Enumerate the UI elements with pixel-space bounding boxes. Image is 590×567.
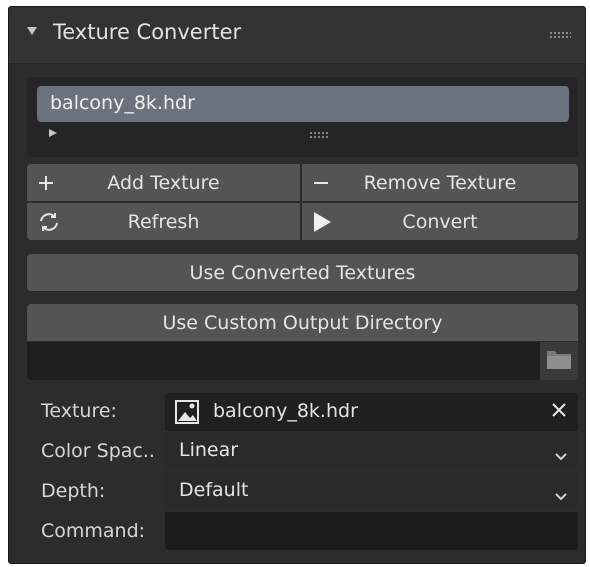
add-texture-label: Add Texture xyxy=(107,171,220,194)
image-icon xyxy=(175,400,199,424)
chevron-down-icon xyxy=(554,445,568,467)
use-converted-textures-button[interactable]: Use Converted Textures xyxy=(27,254,578,291)
texture-list: balcony_8k.hdr xyxy=(27,77,578,157)
texture-field[interactable]: balcony_8k.hdr xyxy=(165,393,578,431)
command-input[interactable] xyxy=(165,512,578,550)
command-label: Command: xyxy=(41,520,146,542)
color-space-value: Linear xyxy=(179,439,239,461)
color-space-label: Color Spac.. xyxy=(41,440,155,462)
panel-title: Texture Converter xyxy=(53,20,242,44)
depth-dropdown[interactable]: Default xyxy=(165,472,578,510)
minus-icon xyxy=(312,164,330,201)
drag-handle-icon[interactable] xyxy=(549,31,571,39)
plus-icon xyxy=(37,164,55,201)
texture-value: balcony_8k.hdr xyxy=(213,400,358,422)
list-item-label: balcony_8k.hdr xyxy=(50,92,195,114)
convert-button[interactable]: Convert xyxy=(302,203,578,240)
use-custom-output-directory-button[interactable]: Use Custom Output Directory xyxy=(27,304,578,341)
convert-label: Convert xyxy=(402,210,478,233)
collapse-triangle-icon[interactable] xyxy=(27,27,37,35)
remove-texture-label: Remove Texture xyxy=(363,171,517,194)
output-directory-field[interactable] xyxy=(27,342,578,380)
texture-converter-panel: Texture Converter balcony_8k.hdr Add Tex… xyxy=(8,6,586,564)
close-icon[interactable] xyxy=(550,401,568,424)
add-texture-button[interactable]: Add Texture xyxy=(27,164,300,201)
folder-icon xyxy=(546,348,572,374)
depth-label: Depth: xyxy=(41,480,106,502)
use-converted-label: Use Converted Textures xyxy=(189,261,416,284)
depth-value: Default xyxy=(179,479,249,501)
remove-texture-button[interactable]: Remove Texture xyxy=(302,164,578,201)
refresh-label: Refresh xyxy=(127,210,200,233)
refresh-icon xyxy=(37,203,61,240)
list-resize-handle-icon[interactable] xyxy=(309,131,329,139)
panel-header[interactable]: Texture Converter xyxy=(9,7,585,64)
refresh-button[interactable]: Refresh xyxy=(27,203,300,240)
color-space-dropdown[interactable]: Linear xyxy=(165,432,578,470)
list-item[interactable]: balcony_8k.hdr xyxy=(37,86,569,122)
browse-folder-button[interactable] xyxy=(540,342,578,380)
texture-label: Texture: xyxy=(41,400,117,422)
use-custom-output-label: Use Custom Output Directory xyxy=(162,311,443,334)
chevron-down-icon xyxy=(554,485,568,507)
play-icon xyxy=(312,203,332,240)
list-expand-icon[interactable] xyxy=(49,129,57,137)
